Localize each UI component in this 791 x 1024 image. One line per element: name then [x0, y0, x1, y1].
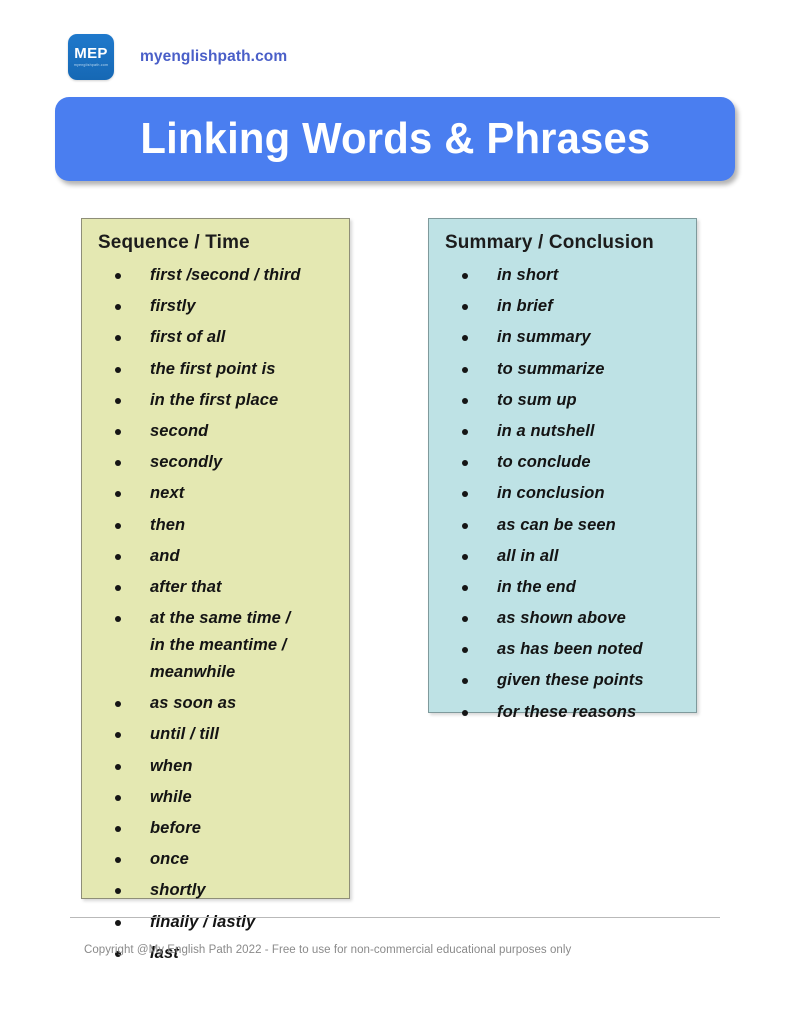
title-banner: Linking Words & Phrases: [55, 97, 735, 181]
list-item: for these reasons: [439, 699, 688, 726]
list-summary-conclusion: in short in brief in summary to summarize to…: [439, 262, 688, 726]
list-item: shortly: [92, 877, 341, 904]
list-item: after that: [92, 574, 341, 601]
list-item: as has been noted: [439, 636, 688, 663]
list-item: as can be seen: [439, 512, 688, 539]
logo-main-text: MEP: [74, 45, 108, 63]
list-item: in brief: [439, 293, 688, 320]
list-item: to conclude: [439, 449, 688, 476]
list-item: while: [92, 784, 341, 811]
list-item: secondly: [92, 449, 341, 476]
list-item: in short: [439, 262, 688, 289]
mep-logo: MEP myenglishpath.com: [68, 34, 114, 80]
list-item: firstly: [92, 293, 341, 320]
list-item: once: [92, 846, 341, 873]
list-item: second: [92, 418, 341, 445]
card-heading-summary-conclusion: Summary / Conclusion: [445, 231, 654, 253]
list-item: given these points: [439, 667, 688, 694]
website-url[interactable]: myenglishpath.com: [140, 48, 287, 66]
list-item: finally / lastly: [92, 909, 341, 936]
list-item: then: [92, 512, 341, 539]
page-title: Linking Words & Phrases: [140, 114, 650, 163]
list-item: first /second / third: [92, 262, 341, 289]
list-item: to summarize: [439, 356, 688, 383]
list-item: and: [92, 543, 341, 570]
card-summary-conclusion: Summary / Conclusion in short in brief in …: [428, 218, 697, 721]
list-item: the first point is: [92, 356, 341, 383]
list-item: in summary: [439, 324, 688, 351]
list-item: next: [92, 480, 341, 507]
card-heading-sequence-time: Sequence / Time: [98, 231, 250, 253]
list-item: at the same time / in the meantime / mea…: [92, 605, 341, 686]
card-sequence-time: Sequence / Time first /second / third fir…: [81, 218, 350, 962]
list-item: when: [92, 753, 341, 780]
brand-header: MEP myenglishpath.com myenglishpath.com: [68, 34, 287, 80]
list-item: first of all: [92, 324, 341, 351]
footer-copyright: Copyright @My English Path 2022 - Free t…: [84, 944, 572, 956]
list-item: until / till: [92, 721, 341, 748]
list-sequence-time: first /second / third firstly first of all…: [92, 262, 341, 967]
list-item: in conclusion: [439, 480, 688, 507]
footer-divider: [70, 917, 720, 918]
logo-sub-text: myenglishpath.com: [73, 63, 109, 68]
list-item: to sum up: [439, 387, 688, 414]
list-item: in a nutshell: [439, 418, 688, 445]
list-item: before: [92, 815, 341, 842]
list-item: as shown above: [439, 605, 688, 632]
list-item: all in all: [439, 543, 688, 570]
list-item: as soon as: [92, 690, 341, 717]
list-item: in the end: [439, 574, 688, 601]
list-item: in the first place: [92, 387, 341, 414]
